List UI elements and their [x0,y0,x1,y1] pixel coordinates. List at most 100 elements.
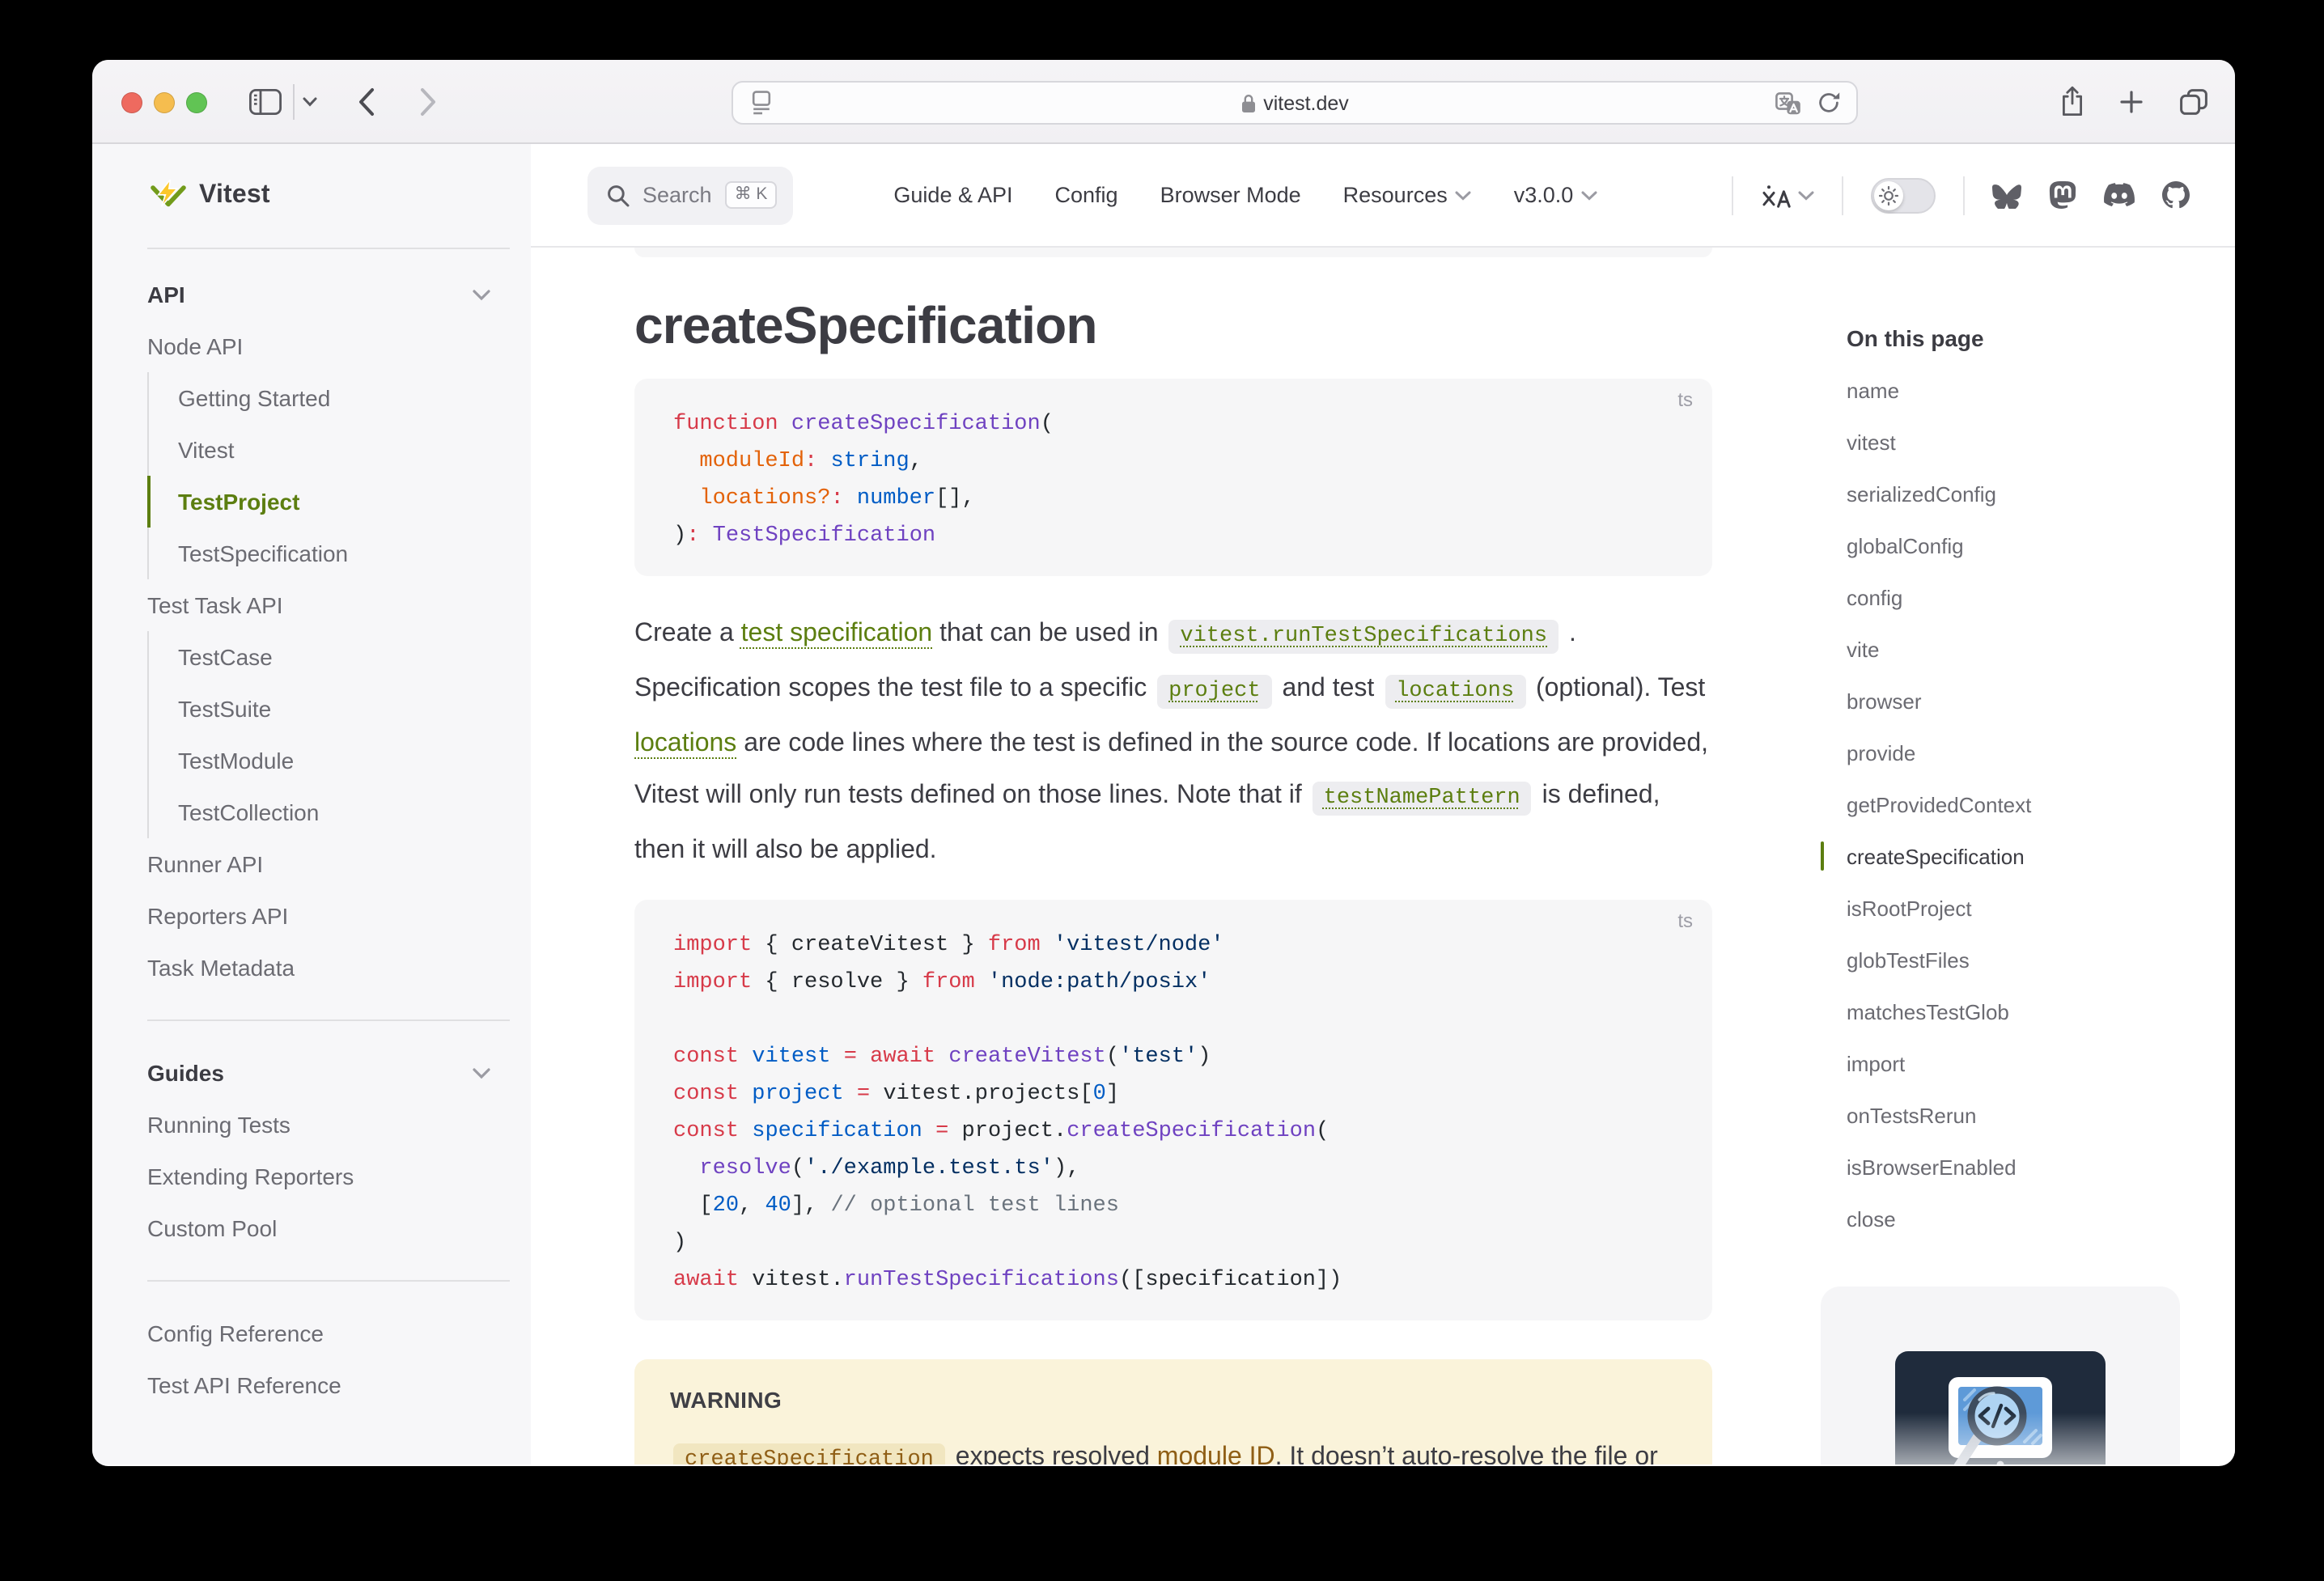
text-link[interactable]: locations [634,730,736,757]
sidebar-item[interactable]: Node API [147,320,531,372]
sidebar-toggle-icon[interactable] [249,89,282,115]
toc-item[interactable]: matchesTestGlob [1847,985,2183,1037]
toc-item[interactable]: close [1847,1193,2183,1244]
sidebar-item[interactable]: Getting Started [147,372,531,424]
search-button[interactable]: Search ⌘ K [587,166,793,224]
nav-link[interactable]: Browser Mode [1160,183,1301,207]
sidebar-item[interactable]: TestCollection [147,786,531,838]
sidebar-menu-chevron-icon[interactable] [303,97,317,107]
text-run: expects resolved [948,1443,1157,1464]
inline-code-link[interactable]: testNamePattern [1313,782,1532,816]
zoom-window-button[interactable] [186,91,207,112]
nav-link[interactable]: v3.0.0 [1514,183,1598,207]
sidebar-item[interactable]: Running Tests [147,1099,531,1151]
toc-item[interactable]: browser [1847,675,2183,727]
toc-item-label: browser [1847,689,1922,713]
sidebar-item[interactable]: API [147,269,510,320]
toc-item[interactable]: name [1847,364,2183,416]
code-line: import { createVitest } from 'vitest/nod… [673,927,1673,964]
nav-links: Guide & API Config [893,183,1597,207]
toolbar-divider [293,84,295,120]
toc-item[interactable]: onTestsRerun [1847,1089,2183,1141]
sponsor-card[interactable] [1821,1286,2180,1464]
toc-item[interactable]: globalConfig [1847,519,2183,571]
text-link[interactable]: module ID [1157,1443,1275,1464]
sidebar-item[interactable]: TestSuite [147,683,531,735]
inline-code-link[interactable]: createSpecification [673,1443,945,1464]
toc-item[interactable]: vite [1847,623,2183,675]
sidebar-item[interactable]: Config Reference [147,1308,531,1359]
inline-code-link[interactable]: locations [1385,675,1525,709]
toc-item[interactable]: createSpecification [1847,830,2183,882]
site-logo[interactable]: Vitest [92,144,531,248]
theme-toggle[interactable] [1871,177,1936,213]
new-tab-plus-icon[interactable] [2120,91,2143,113]
toc-item[interactable]: config [1847,571,2183,623]
nav-link-label: Guide & API [893,183,1012,207]
sidebar-item[interactable]: Runner API [147,838,531,890]
sidebar-item[interactable]: TestProject [147,476,531,528]
github-icon[interactable] [2162,181,2190,209]
desktop-background: vitest.dev [0,0,2324,1581]
sidebar-item[interactable]: Test API Reference [147,1359,531,1411]
toc-item[interactable]: vitest [1847,416,2183,468]
share-icon[interactable] [2060,86,2084,117]
sidebar-item[interactable]: Vitest [147,424,531,476]
back-button-icon[interactable] [358,87,375,117]
code-block-signature: ts function createSpecification( moduleI… [634,379,1712,576]
toc-item[interactable]: provide [1847,727,2183,778]
sidebar-item[interactable]: Reporters API [147,890,531,942]
text-run: Create a [634,620,741,647]
docs-sidebar: Vitest API Node API [92,144,531,1464]
sidebar-item-divider [147,1019,510,1021]
sidebar-item-label: Config Reference [147,1320,324,1346]
tab-overview-icon[interactable] [2180,89,2207,115]
outline-list: name vitest serializedConfig [1821,364,2183,1244]
sidebar-item-label: Running Tests [147,1112,290,1138]
inline-code-link[interactable]: project [1157,675,1271,709]
toc-item[interactable]: isBrowserEnabled [1847,1141,2183,1193]
social-links [1992,181,2190,209]
toc-item[interactable]: globTestFiles [1847,934,2183,985]
sidebar-item-label: Custom Pool [147,1215,277,1241]
minimize-window-button[interactable] [154,91,175,112]
bluesky-icon[interactable] [1992,182,2021,208]
inline-code-link[interactable]: vitest.runTestSpecifications [1168,620,1559,654]
address-bar[interactable]: vitest.dev [732,81,1858,125]
mastodon-icon[interactable] [2049,181,2076,209]
doc-content: createSpecification ts function createSp… [531,248,2235,1464]
sidebar-item[interactable]: Test Task API [147,579,531,631]
toc-item[interactable]: serializedConfig [1847,468,2183,519]
discord-icon[interactable] [2104,183,2135,207]
search-icon [607,184,630,206]
sidebar-item-label: Getting Started [178,385,330,411]
toc-item[interactable]: getProvidedContext [1847,778,2183,830]
reload-icon[interactable] [1817,83,1840,123]
sidebar-item[interactable]: TestModule [147,735,531,786]
text-link[interactable]: test specification [741,620,933,647]
language-switcher[interactable] [1761,182,1814,208]
nav-link[interactable]: Resources [1343,183,1472,207]
sidebar-item[interactable]: Extending Reporters [147,1151,531,1202]
translate-icon[interactable] [1775,83,1801,123]
code-lines: function createSpecification( moduleId: … [673,406,1673,555]
toc-item[interactable]: import [1847,1037,2183,1089]
nav-link[interactable]: Config [1055,183,1118,207]
nav-link[interactable]: Guide & API [893,183,1012,207]
sidebar-item-label: Test API Reference [147,1372,341,1398]
toc-item-label: provide [1847,740,1915,765]
sidebar-item[interactable]: Custom Pool [147,1202,531,1254]
toc-item[interactable]: isRootProject [1847,882,2183,934]
forward-button-icon[interactable] [419,87,437,117]
close-window-button[interactable] [121,91,142,112]
sidebar-item[interactable]: Guides [147,1047,510,1099]
sidebar-item[interactable]: TestSpecification [147,528,531,579]
nav-link-label: v3.0.0 [1514,183,1574,207]
search-label: Search [642,183,712,207]
sidebar-item[interactable]: Task Metadata [147,942,531,994]
search-shortcut-badge: ⌘ K [725,181,778,210]
sidebar-item[interactable]: TestCase [147,631,531,683]
code-line: locations?: number[], [673,481,1673,518]
reader-icon[interactable] [751,83,772,123]
sidebar-item-divider [147,1280,510,1282]
